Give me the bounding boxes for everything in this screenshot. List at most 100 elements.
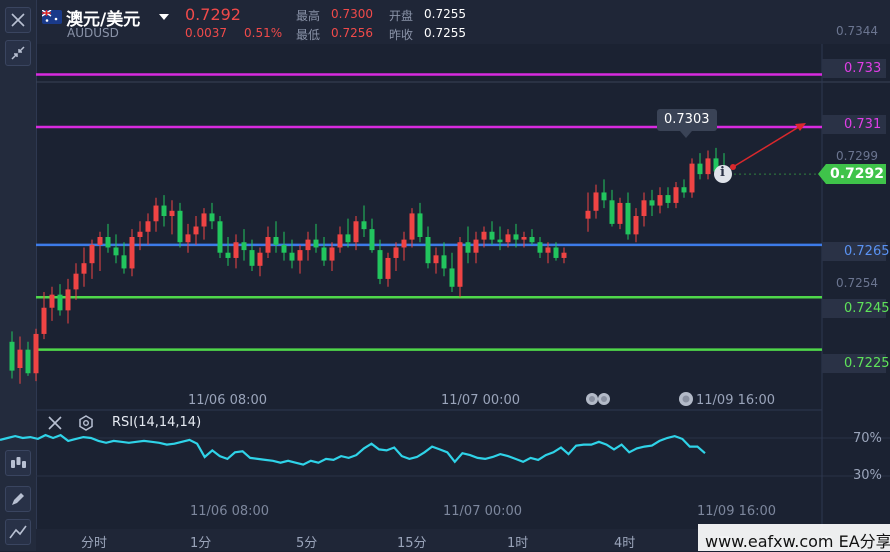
- candle-body: [433, 255, 439, 264]
- rsi-time-tick: 11/09 16:00: [697, 504, 777, 519]
- candle-body: [161, 205, 167, 217]
- candle-body: [417, 213, 423, 237]
- candle-body: [425, 236, 431, 264]
- candle-body: [193, 226, 199, 235]
- info-icon[interactable]: i: [714, 165, 732, 183]
- time-tick: 11/06 08:00: [188, 393, 268, 408]
- candle-body: [353, 221, 359, 243]
- candle-body: [601, 192, 607, 201]
- price-chart[interactable]: [0, 0, 890, 551]
- candle-body: [201, 213, 207, 227]
- time-tick: 11/07 00:00: [441, 393, 521, 408]
- candle-body: [681, 187, 687, 193]
- candle-body: [121, 255, 127, 269]
- candle-body: [9, 341, 15, 371]
- timeframe-tab[interactable]: 4时: [614, 532, 635, 551]
- candle-body: [625, 202, 631, 235]
- rsi-time-tick: 11/07 00:00: [443, 504, 523, 519]
- candle-body: [497, 239, 503, 243]
- rsi-line: [0, 433, 706, 466]
- candle-body: [561, 252, 567, 258]
- candle-body: [617, 202, 623, 224]
- tooltip-pointer: [680, 131, 692, 138]
- candle-body: [89, 244, 95, 264]
- price-tag: 0.7225: [822, 354, 890, 373]
- candle-body: [545, 247, 551, 253]
- candle-body: [233, 242, 239, 258]
- rsi-level-low: 30%: [853, 468, 882, 483]
- timeframe-tab[interactable]: 5分: [296, 532, 317, 551]
- candle-body: [57, 294, 63, 311]
- candle-body: [257, 252, 263, 266]
- axis-tick: 0.7299: [836, 149, 878, 163]
- candle-body: [289, 252, 295, 261]
- price-tag: 0.731: [822, 115, 886, 134]
- candle-body: [689, 163, 695, 193]
- timeframe-tab[interactable]: 15分: [397, 532, 427, 551]
- candle-body: [369, 229, 375, 251]
- candle-body: [145, 221, 151, 232]
- candle-body: [457, 242, 463, 287]
- candle-body: [513, 234, 519, 240]
- timeframe-tab[interactable]: 1分: [190, 532, 211, 551]
- candle-body: [505, 234, 511, 243]
- candle-body: [305, 239, 311, 251]
- candle-body: [129, 236, 135, 269]
- candle-body: [401, 239, 407, 248]
- candle-body: [81, 263, 87, 274]
- candle-body: [153, 205, 159, 222]
- candle-body: [537, 242, 543, 253]
- candle-body: [521, 236, 527, 240]
- axis-tick: 0.7254: [836, 276, 878, 290]
- settings-icon[interactable]: [77, 414, 95, 432]
- candle-body: [137, 231, 143, 237]
- candle-body: [633, 216, 639, 235]
- candle-body: [337, 234, 343, 248]
- time-tick: 11/09 16:00: [696, 393, 776, 408]
- candle-body: [225, 252, 231, 258]
- candle-body: [705, 158, 711, 175]
- timeframe-tab[interactable]: 分时: [81, 532, 107, 551]
- candle-body: [585, 210, 591, 219]
- timeframe-tab[interactable]: 1时: [507, 532, 528, 551]
- candle-body: [529, 236, 535, 243]
- candle-body: [297, 250, 303, 261]
- candle-body: [473, 239, 479, 253]
- candle-body: [385, 257, 391, 279]
- candle-body: [641, 200, 647, 217]
- candle-body: [273, 236, 279, 245]
- gap-marker-icon[interactable]: [677, 390, 697, 408]
- close-indicator-icon[interactable]: [46, 414, 64, 432]
- trend-arrow-line: [732, 124, 803, 168]
- watermark: www.eafxw.com EA分享网: [705, 532, 890, 551]
- candle-body: [25, 349, 31, 374]
- candle-body: [657, 195, 663, 206]
- candle-body: [17, 349, 23, 368]
- candle-body: [49, 294, 55, 308]
- candle-body: [97, 236, 103, 245]
- candle-body: [105, 236, 111, 248]
- candle-body: [265, 236, 271, 253]
- candle-body: [441, 255, 447, 269]
- gap-marker-icon[interactable]: [584, 390, 614, 408]
- candle-body: [393, 247, 399, 258]
- candle-body: [697, 163, 703, 175]
- candle-body: [481, 231, 487, 240]
- current-price-tag: 0.7292: [830, 166, 885, 182]
- candle-body: [489, 231, 495, 240]
- candle-body: [377, 250, 383, 279]
- candle-body: [665, 195, 671, 203]
- candle-body: [449, 268, 455, 287]
- candle-body: [673, 187, 679, 203]
- rsi-level-high: 70%: [853, 431, 882, 446]
- candle-body: [217, 221, 223, 253]
- price-tag: 0.7245: [822, 299, 890, 318]
- info-glyph: i: [720, 165, 725, 180]
- candle-body: [177, 210, 183, 243]
- candle-body: [41, 307, 47, 334]
- candle-body: [185, 234, 191, 243]
- tooltip-price: 0.7303: [664, 112, 710, 127]
- candle-body: [65, 289, 71, 311]
- candle-body: [593, 192, 599, 211]
- axis-tick: 0.7344: [836, 24, 878, 38]
